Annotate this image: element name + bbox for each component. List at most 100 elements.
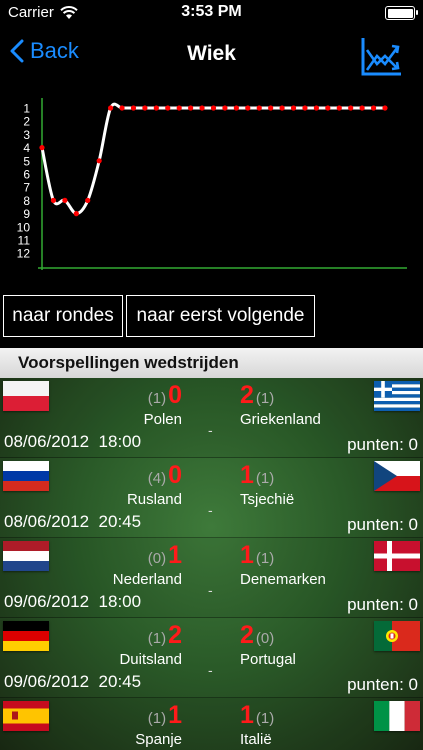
home-actual-score: (4) <box>147 470 167 487</box>
data-point <box>199 105 205 111</box>
match-row[interactable]: (4) 0 1 (1) Rusland - Tsjechië 08/06/201… <box>0 458 423 538</box>
away-actual-score: (1) <box>255 390 275 407</box>
to-next-button[interactable]: naar eerst volgende <box>126 295 315 337</box>
match-datetime: 09/06/2012 18:00 <box>4 592 141 612</box>
home-score: (1) 1 <box>148 702 182 728</box>
match-list: (1) 0 2 (1) Polen - Griekenland 08/06/20… <box>0 378 423 750</box>
data-point <box>176 105 182 111</box>
status-bar: Carrier 3:53 PM <box>0 0 423 26</box>
away-score: 1 (1) <box>240 542 274 568</box>
data-point <box>73 211 79 217</box>
data-point <box>245 105 251 111</box>
data-point <box>130 105 137 111</box>
germany-flag-icon <box>3 621 49 651</box>
away-team-name: Griekenland <box>240 411 321 428</box>
data-point <box>222 105 228 111</box>
match-points: punten: 0 <box>347 675 418 694</box>
match-row[interactable]: (0) 1 1 (1) Nederland - Denemarken 09/06… <box>0 538 423 618</box>
home-predicted-score: 0 <box>168 381 182 409</box>
data-point <box>153 105 159 111</box>
y-tick-label: 8 <box>23 194 30 208</box>
home-predicted-score: 0 <box>168 461 182 489</box>
data-point <box>268 105 274 111</box>
battery-icon <box>385 6 418 20</box>
match-time: 18:00 <box>98 592 142 611</box>
russia-flag-icon <box>3 461 49 491</box>
match-row[interactable]: (1) 1 1 (1) Spanje - Italië <box>0 698 423 750</box>
data-point <box>302 105 308 111</box>
away-score: 2 (0) <box>240 622 274 648</box>
match-points: punten: 0 <box>347 435 418 454</box>
home-team-name: Nederland <box>112 571 182 588</box>
poland-flag-icon <box>3 381 49 411</box>
data-point <box>142 105 148 111</box>
y-tick-label: 11 <box>18 234 31 248</box>
match-points: punten: 0 <box>347 595 418 614</box>
home-predicted-score: 1 <box>168 701 182 729</box>
data-point <box>313 105 319 111</box>
home-score: (1) 0 <box>148 382 182 408</box>
home-team-name: Spanje <box>135 731 182 748</box>
away-team-name: Denemarken <box>240 571 326 588</box>
away-team-name: Portugal <box>240 651 296 668</box>
to-rounds-button[interactable]: naar rondes <box>3 295 123 337</box>
greece-flag-icon <box>374 381 420 411</box>
home-score: (1) 2 <box>148 622 182 648</box>
match-points: punten: 0 <box>347 515 418 534</box>
data-point <box>62 197 68 203</box>
score-separator: - <box>208 662 213 678</box>
y-tick-label: 5 <box>23 154 30 168</box>
y-tick-label: 9 <box>23 207 30 221</box>
spain-flag-icon <box>3 701 49 731</box>
data-point <box>96 158 102 164</box>
portugal-flag-icon <box>374 621 420 651</box>
home-predicted-score: 1 <box>168 541 182 569</box>
y-tick-label: 1 <box>23 102 30 116</box>
away-predicted-score: 1 <box>240 701 254 729</box>
match-time: 20:45 <box>98 512 142 531</box>
away-actual-score: (1) <box>255 470 275 487</box>
home-score: (0) 1 <box>148 542 182 568</box>
away-score: 1 (1) <box>240 702 274 728</box>
denmark-flag-icon <box>374 541 420 571</box>
match-datetime: 08/06/2012 18:00 <box>4 432 141 452</box>
away-predicted-score: 1 <box>240 461 254 489</box>
navigation-bar: Back Wiek <box>0 26 423 84</box>
score-separator: - <box>208 582 213 598</box>
status-time: 3:53 PM <box>181 3 242 20</box>
y-tick-label: 3 <box>23 128 30 142</box>
away-predicted-score: 2 <box>240 381 254 409</box>
data-point <box>279 105 285 111</box>
away-actual-score: (1) <box>255 710 275 727</box>
away-team-name: Tsjechië <box>240 491 295 508</box>
data-point <box>165 105 171 111</box>
data-point <box>50 197 57 203</box>
score-separator: - <box>208 502 213 518</box>
data-point <box>359 105 365 111</box>
data-point <box>336 105 342 111</box>
chart-toggle-icon[interactable] <box>359 34 403 78</box>
away-score: 1 (1) <box>240 462 274 488</box>
data-point <box>108 105 114 111</box>
section-header: Voorspellingen wedstrijden <box>0 348 423 378</box>
y-tick-label: 12 <box>17 247 31 261</box>
home-team-name: Polen <box>143 411 182 428</box>
match-datetime: 09/06/2012 20:45 <box>4 672 141 692</box>
data-point <box>39 145 45 151</box>
home-actual-score: (1) <box>147 630 167 647</box>
home-team-name: Duitsland <box>119 651 182 668</box>
czech-flag-icon <box>374 461 420 491</box>
match-date: 09/06/2012 <box>4 672 90 691</box>
match-date: 09/06/2012 <box>4 592 90 611</box>
match-row[interactable]: (1) 0 2 (1) Polen - Griekenland 08/06/20… <box>0 378 423 458</box>
match-row[interactable]: (1) 2 2 (0) Duitsland - Portugal 09/06/2… <box>0 618 423 698</box>
data-point <box>188 105 194 111</box>
away-score: 2 (1) <box>240 382 274 408</box>
match-datetime: 08/06/2012 20:45 <box>4 512 141 532</box>
ranking-chart: 123456789101112 <box>17 98 407 270</box>
data-point <box>256 105 262 111</box>
away-actual-score: (0) <box>255 630 275 647</box>
match-time: 20:45 <box>98 672 142 691</box>
away-predicted-score: 2 <box>240 621 254 649</box>
y-tick-label: 7 <box>23 181 30 195</box>
